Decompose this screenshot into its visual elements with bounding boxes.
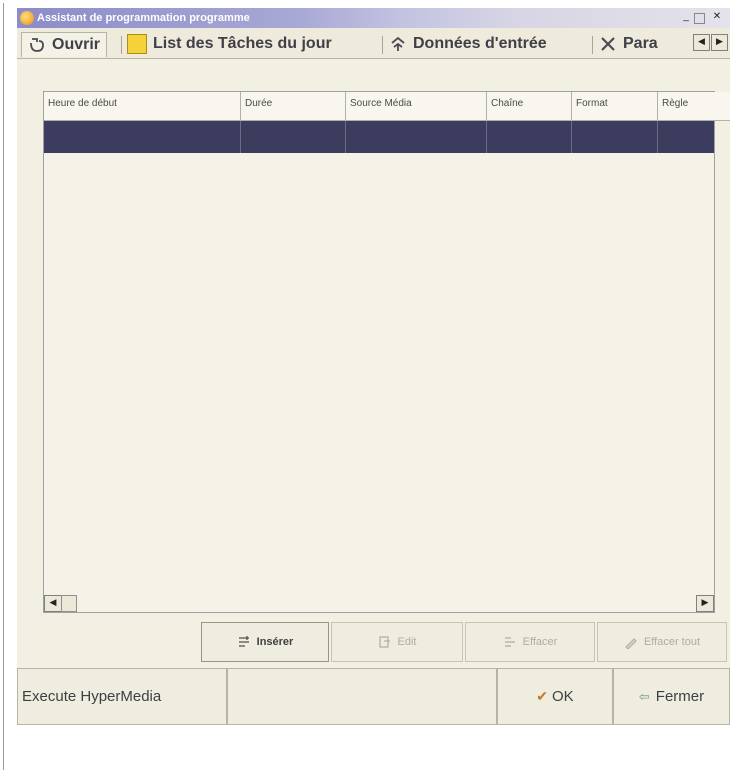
scroll-right-icon[interactable]: ▶	[696, 595, 714, 612]
execute-hypermedia-button[interactable]: Execute HyperMedia	[17, 668, 227, 725]
eraser-icon	[624, 635, 638, 650]
tab-parametres-label: Para	[623, 35, 658, 52]
close-icon: ⇦	[638, 688, 650, 704]
ok-button[interactable]: ✔ OK	[497, 668, 613, 725]
open-icon	[28, 36, 46, 54]
tab-bar: Ouvrir List des Tâches du jour Données d…	[17, 28, 730, 59]
tab-donnees-entree[interactable]: Données d'entrée	[389, 32, 547, 56]
tab-donnees-entree-label: Données d'entrée	[413, 35, 547, 52]
tab-scroll-left-icon[interactable]: ◀	[693, 34, 710, 51]
horizontal-scrollbar[interactable]: ◀ ▶	[44, 594, 714, 612]
close-button[interactable]: ⇦ Fermer	[613, 668, 730, 725]
column-header-duree[interactable]: Durée	[241, 92, 346, 120]
app-icon	[20, 11, 34, 25]
minimize-button[interactable]: _	[680, 11, 692, 23]
close-label: Fermer	[655, 688, 705, 705]
check-icon: ✔	[536, 688, 549, 704]
table-cell	[44, 121, 241, 153]
table-cell	[487, 121, 572, 153]
status-area	[227, 668, 497, 725]
table-cell	[658, 121, 714, 153]
erase-button[interactable]: Effacer	[465, 622, 595, 662]
column-header-heure-debut[interactable]: Heure de début	[44, 92, 241, 120]
table-row-selected[interactable]	[44, 121, 714, 153]
execute-hypermedia-label: Execute HyperMedia	[22, 688, 162, 705]
column-header-regle[interactable]: Règle	[658, 92, 730, 120]
page-border	[3, 3, 4, 770]
erase-label: Effacer	[522, 636, 558, 648]
erase-all-label: Effacer tout	[643, 636, 701, 648]
insert-icon	[237, 635, 251, 649]
insert-button[interactable]: Insérer	[201, 622, 329, 662]
edit-icon	[378, 635, 392, 649]
edit-button[interactable]: Edit	[331, 622, 463, 662]
insert-label: Insérer	[256, 636, 294, 648]
tab-separator	[592, 36, 593, 54]
erase-all-button[interactable]: Effacer tout	[597, 622, 727, 662]
tab-scroll: ◀ ▶	[692, 34, 728, 51]
title-bar[interactable]: Assistant de programmation programme _ ✕	[17, 8, 730, 28]
table-cell	[572, 121, 658, 153]
scroll-left-icon[interactable]: ◀	[44, 595, 62, 612]
edit-label: Edit	[397, 636, 417, 648]
scheduler-window: Assistant de programmation programme _ ✕…	[17, 8, 730, 725]
erase-icon	[503, 635, 517, 649]
table-header: Heure de début Durée Source Média Chaîne…	[44, 92, 730, 121]
note-icon	[127, 34, 147, 54]
table-cell	[241, 121, 346, 153]
window-title: Assistant de programmation programme	[37, 12, 250, 24]
tab-ouvrir-label: Ouvrir	[52, 36, 101, 53]
bottom-bar: Execute HyperMedia ✔ OK ⇦ Fermer	[17, 668, 730, 725]
ok-label: OK	[552, 688, 574, 705]
scroll-thumb[interactable]	[61, 595, 77, 612]
tab-ouvrir[interactable]: Ouvrir	[21, 32, 108, 57]
column-header-source-media[interactable]: Source Média	[346, 92, 487, 120]
column-header-format[interactable]: Format	[572, 92, 658, 120]
table-cell	[346, 121, 487, 153]
schedule-table: Heure de début Durée Source Média Chaîne…	[43, 91, 730, 613]
tab-scroll-right-icon[interactable]: ▶	[711, 34, 728, 51]
input-icon	[389, 35, 407, 53]
tab-separator	[382, 36, 383, 54]
maximize-button[interactable]	[694, 13, 705, 24]
action-bar: Insérer Edit Effacer Effacer tout	[17, 618, 730, 666]
tab-list-taches-label: List des Tâches du jour	[153, 35, 332, 52]
close-window-button[interactable]: ✕	[711, 11, 723, 23]
tab-list-taches[interactable]: List des Tâches du jour	[127, 32, 332, 56]
tools-icon	[599, 35, 617, 53]
tab-separator	[121, 36, 122, 54]
column-header-chaine[interactable]: Chaîne	[487, 92, 572, 120]
tab-parametres[interactable]: Para	[599, 32, 658, 56]
